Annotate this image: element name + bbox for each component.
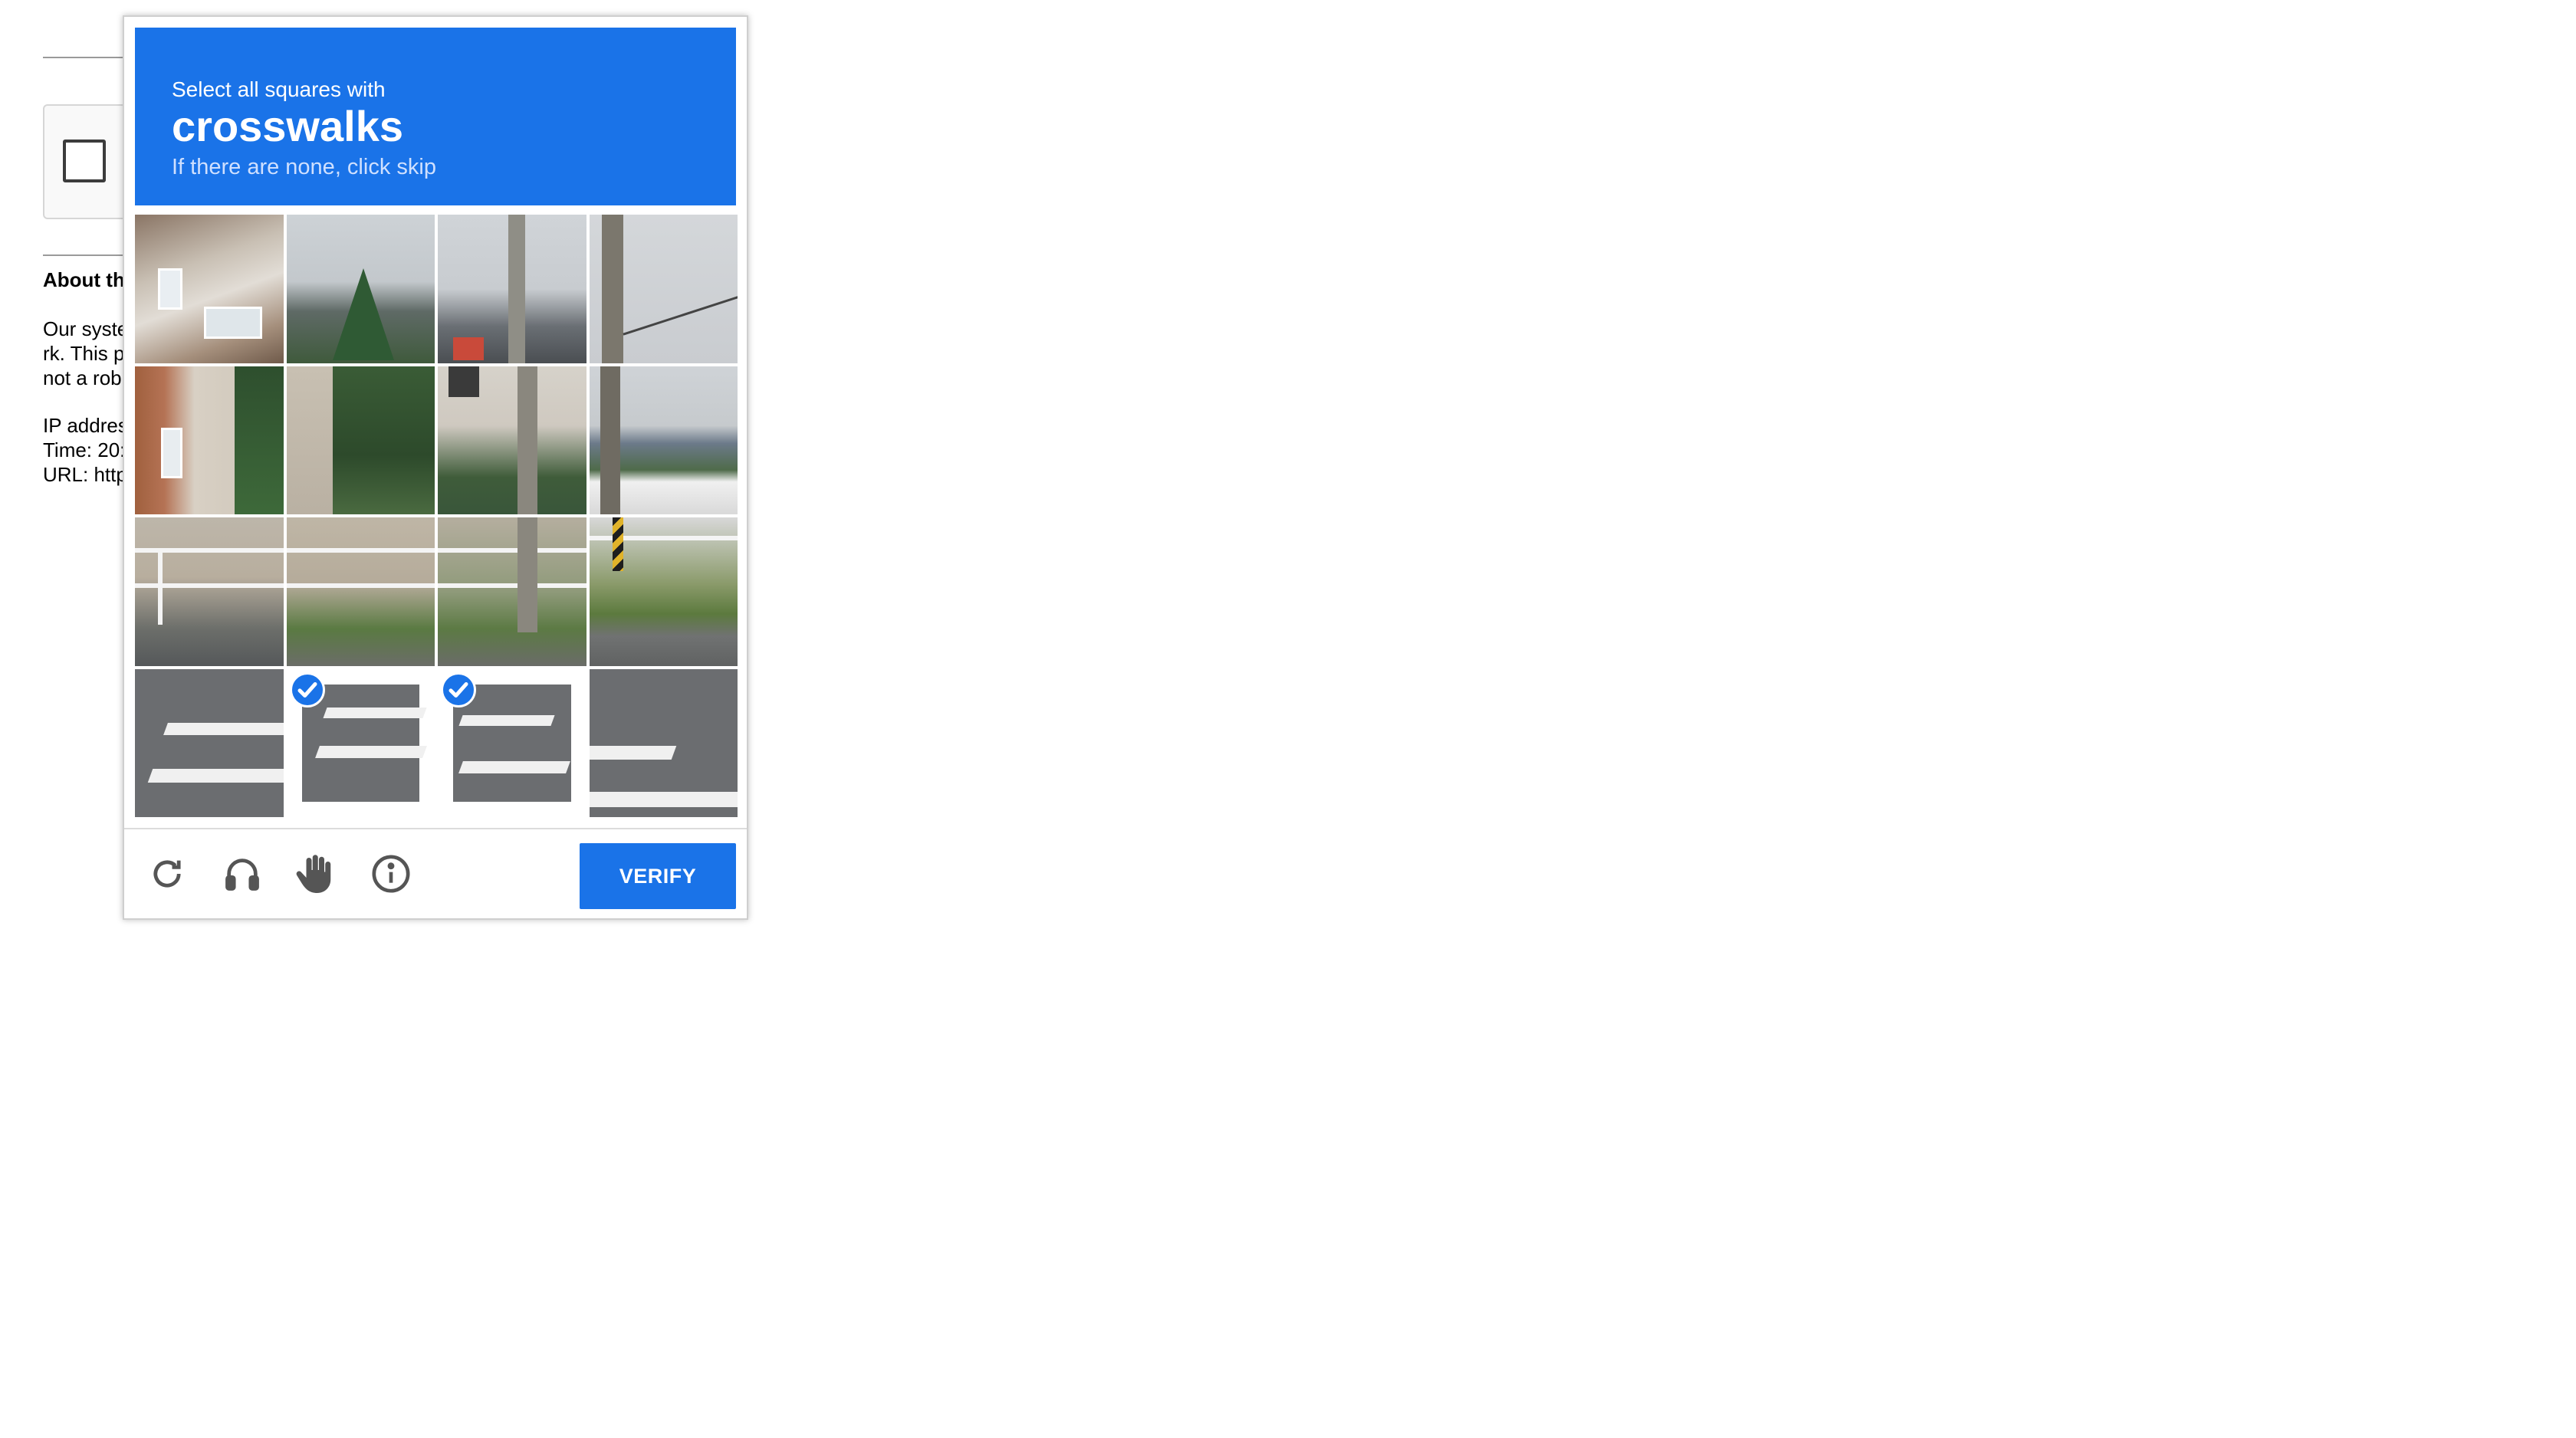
not-robot-checkbox[interactable] [63,140,106,182]
check-icon [441,671,476,708]
grid-tile[interactable] [589,215,738,363]
grid-tile[interactable] [135,668,284,817]
grid-tile[interactable] [438,669,586,818]
hand-icon[interactable] [293,851,339,897]
grid-tile[interactable] [287,669,435,818]
description-line: rk. This p [43,342,125,365]
verify-button[interactable]: VERIFY [580,843,736,909]
grid-tile[interactable] [438,215,586,363]
grid-tile[interactable] [135,517,284,666]
info-icon[interactable] [368,851,414,897]
grid-tile[interactable] [438,517,586,666]
image-grid [135,215,738,817]
captcha-challenge: Select all squares with crosswalks If th… [123,15,748,920]
captcha-footer: VERIFY [124,828,747,920]
description-line: Our syste [43,317,127,340]
description-line: not a rob [43,366,122,389]
section-heading: About th [43,268,125,291]
grid-tile[interactable] [589,517,738,666]
skip-hint: If there are none, click skip [172,155,436,179]
grid-tile[interactable] [286,366,435,514]
grid-tile[interactable] [589,366,738,514]
grid-tile[interactable] [135,215,284,363]
captcha-header: Select all squares with crosswalks If th… [135,28,736,205]
url-line: URL: http [43,463,127,486]
grid-tile[interactable] [286,517,435,666]
time-line: Time: 20: [43,438,126,461]
target-object: crosswalks [172,102,403,150]
grid-tile[interactable] [135,366,284,514]
grid-tile[interactable] [438,366,586,514]
check-icon [289,671,325,708]
audio-icon[interactable] [219,851,265,897]
reload-icon[interactable] [144,851,190,897]
instruction-text: Select all squares with [172,77,386,101]
grid-tile[interactable] [589,668,738,817]
grid-tile[interactable] [286,215,435,363]
ip-address-line: IP addres [43,414,127,437]
